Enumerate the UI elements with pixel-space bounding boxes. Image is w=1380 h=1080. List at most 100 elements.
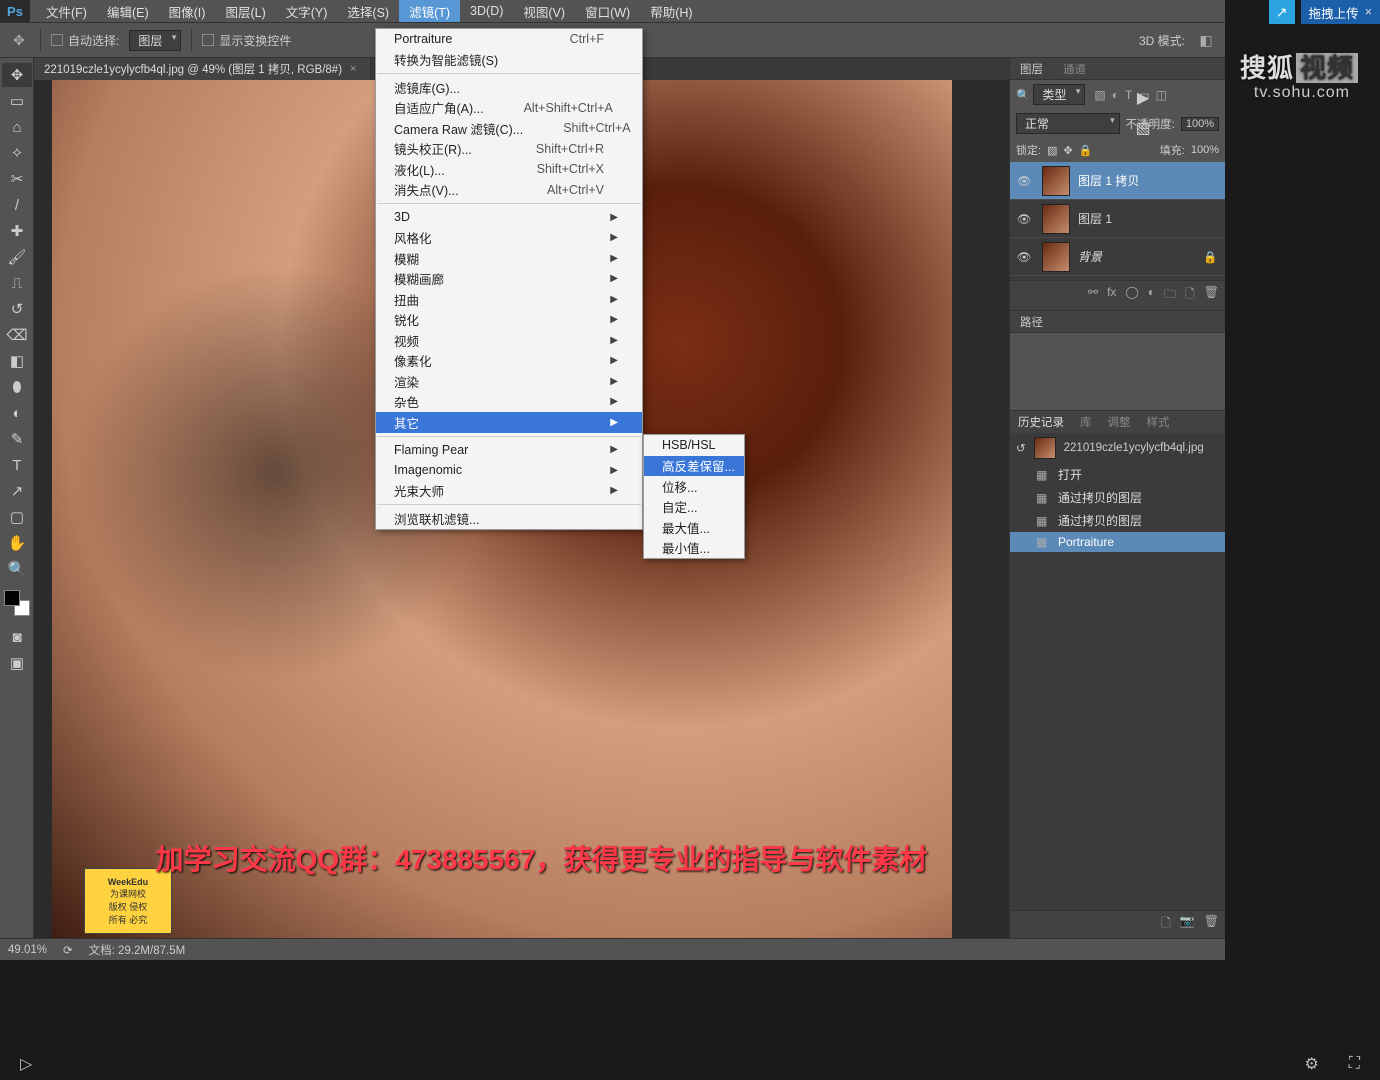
menuitem-浏览联机滤镜...[interactable]: 浏览联机滤镜... [376,508,642,529]
menuitem-消失点(V)...[interactable]: 消失点(V)...Alt+Ctrl+V [376,180,642,201]
filter-adjust-icon[interactable]: ◐ [1112,88,1119,102]
layer-row[interactable]: 👁图层 1 [1010,200,1225,238]
history-step[interactable]: ▦Portraiture [1010,532,1225,552]
menuitem-Flaming Pear[interactable]: Flaming Pear▶ [376,440,642,461]
move-tool-icon[interactable]: ✥ [2,63,32,87]
tab-样式[interactable]: 样式 [1139,414,1178,430]
tab-channels[interactable]: 通道 [1053,58,1096,80]
play-icon[interactable]: ▶ [1137,88,1149,108]
history-snapshot[interactable]: ↺ 221019czle1ycylycfb4ql.jpg [1010,433,1225,463]
menu-图像[interactable]: 图像(I) [159,0,216,22]
menuitem-自适应广角(A)...[interactable]: 自适应广角(A)...Alt+Shift+Ctrl+A [376,98,642,119]
menu-文字[interactable]: 文字(Y) [276,0,338,22]
brush-tool-icon[interactable]: 🖌 [2,245,32,269]
pen-tool-icon[interactable]: ✎ [2,427,32,451]
delete-layer-icon[interactable]: 🗑 [1204,285,1219,306]
menu-图层[interactable]: 图层(L) [215,0,275,22]
color-swatch[interactable] [4,590,30,616]
menuitem-最大值...[interactable]: 最大值... [644,517,744,538]
tab-库[interactable]: 库 [1072,414,1100,430]
new-layer-icon[interactable]: 🗋 [1185,285,1195,306]
lasso-tool-icon[interactable]: ⌂ [2,115,32,139]
quickmask-icon[interactable]: ◙ [2,625,32,649]
wand-tool-icon[interactable]: ✧ [2,141,32,165]
menu-帮助[interactable]: 帮助(H) [640,0,702,22]
settings-icon[interactable]: ⚙ [1304,1054,1318,1074]
lock-all-icon[interactable]: 🔒 [1079,144,1093,157]
hand-tool-icon[interactable]: ✋ [2,531,32,555]
fill-value[interactable]: 100% [1191,144,1219,156]
menuitem-杂色[interactable]: 杂色▶ [376,392,642,413]
menu-滤镜[interactable]: 滤镜(T) [399,0,460,22]
menuitem-模糊画廊[interactable]: 模糊画廊▶ [376,269,642,290]
menuitem-锐化[interactable]: 锐化▶ [376,310,642,331]
menuitem-液化(L)...[interactable]: 液化(L)...Shift+Ctrl+X [376,159,642,180]
play-button-icon[interactable]: ▷ [20,1054,32,1074]
menu-3D[interactable]: 3D(D) [460,0,513,22]
history-brush-source-icon[interactable]: ↺ [1016,441,1026,455]
collapse-panel-icon[interactable]: ▧ [1135,118,1150,138]
close-tab-icon[interactable]: × [350,63,356,75]
adjustment-layer-icon[interactable]: ◐ [1148,285,1155,306]
layer-group-icon[interactable]: 🗀 [1164,285,1176,306]
menuitem-光束大师[interactable]: 光束大师▶ [376,481,642,502]
document-tab[interactable]: 221019czle1ycylycfb4ql.jpg @ 49% (图层 1 拷… [34,58,371,80]
autoselect-checkbox[interactable] [51,34,63,46]
upload-button[interactable]: 拖拽上传 × [1301,0,1380,24]
blend-mode-dropdown[interactable]: 正常 [1016,113,1120,134]
eraser-tool-icon[interactable]: ⌫ [2,323,32,347]
menuitem-视频[interactable]: 视频▶ [376,330,642,351]
tab-paths[interactable]: 路径 [1010,311,1053,333]
menuitem-HSB/HSL[interactable]: HSB/HSL [644,435,744,456]
share-button[interactable]: ↗ [1269,0,1295,24]
marquee-tool-icon[interactable]: ▭ [2,89,32,113]
screenmode-icon[interactable]: ▣ [2,651,32,675]
menuitem-模糊[interactable]: 模糊▶ [376,248,642,269]
menu-文件[interactable]: 文件(F) [36,0,97,22]
visibility-icon[interactable]: 👁 [1014,250,1034,264]
menu-窗口[interactable]: 窗口(W) [575,0,640,22]
eyedropper-tool-icon[interactable]: / [2,193,32,217]
menu-视图[interactable]: 视图(V) [513,0,575,22]
lock-pixels-icon[interactable]: ▧ [1047,144,1057,157]
refresh-icon[interactable]: ⟳ [63,943,73,957]
lock-position-icon[interactable]: ✥ [1063,144,1072,157]
layer-mask-icon[interactable]: ◯ [1125,285,1138,306]
layer-row[interactable]: 👁背景🔒 [1010,238,1225,276]
search-icon[interactable]: 🔍 [1016,88,1030,102]
menuitem-风格化[interactable]: 风格化▶ [376,228,642,249]
zoom-value[interactable]: 49.01% [8,944,47,956]
tab-历史记录[interactable]: 历史记录 [1010,414,1072,430]
menuitem-其它[interactable]: 其它▶ [376,412,642,433]
filter-pixel-icon[interactable]: ▧ [1094,88,1105,102]
menuitem-3D[interactable]: 3D▶ [376,207,642,228]
type-tool-icon[interactable]: T [2,453,32,477]
menuitem-位移...[interactable]: 位移... [644,476,744,497]
visibility-icon[interactable]: 👁 [1014,212,1034,226]
history-step[interactable]: ▦通过拷贝的图层 [1010,509,1225,532]
delete-state-icon[interactable]: 🗑 [1204,914,1219,935]
fullscreen-icon[interactable]: ⛶ [1349,1055,1360,1073]
menuitem-高反差保留...[interactable]: 高反差保留... [644,456,744,477]
close-icon[interactable]: × [1365,5,1372,19]
autoselect-target-dropdown[interactable]: 图层 [129,30,181,51]
new-snapshot-icon[interactable]: 📷 [1180,914,1195,935]
visibility-icon[interactable]: 👁 [1014,174,1034,188]
zoom-tool-icon[interactable]: 🔍 [2,557,32,581]
crop-tool-icon[interactable]: ✂ [2,167,32,191]
blur-tool-icon[interactable]: ⬮ [2,375,32,399]
tab-调整[interactable]: 调整 [1100,414,1139,430]
history-step[interactable]: ▦通过拷贝的图层 [1010,486,1225,509]
menuitem-扭曲[interactable]: 扭曲▶ [376,289,642,310]
menuitem-自定...[interactable]: 自定... [644,497,744,518]
menuitem-Portraiture[interactable]: PortraitureCtrl+F [376,29,642,50]
menu-选择[interactable]: 选择(S) [337,0,399,22]
menuitem-最小值...[interactable]: 最小值... [644,538,744,559]
opacity-value[interactable]: 100% [1181,117,1219,131]
gradient-tool-icon[interactable]: ◧ [2,349,32,373]
path-tool-icon[interactable]: ↗ [2,479,32,503]
layer-row[interactable]: 👁图层 1 拷贝 [1010,162,1225,200]
shape-tool-icon[interactable]: ▢ [2,505,32,529]
dodge-tool-icon[interactable]: ◐ [2,401,32,425]
menuitem-Imagenomic[interactable]: Imagenomic▶ [376,460,642,481]
